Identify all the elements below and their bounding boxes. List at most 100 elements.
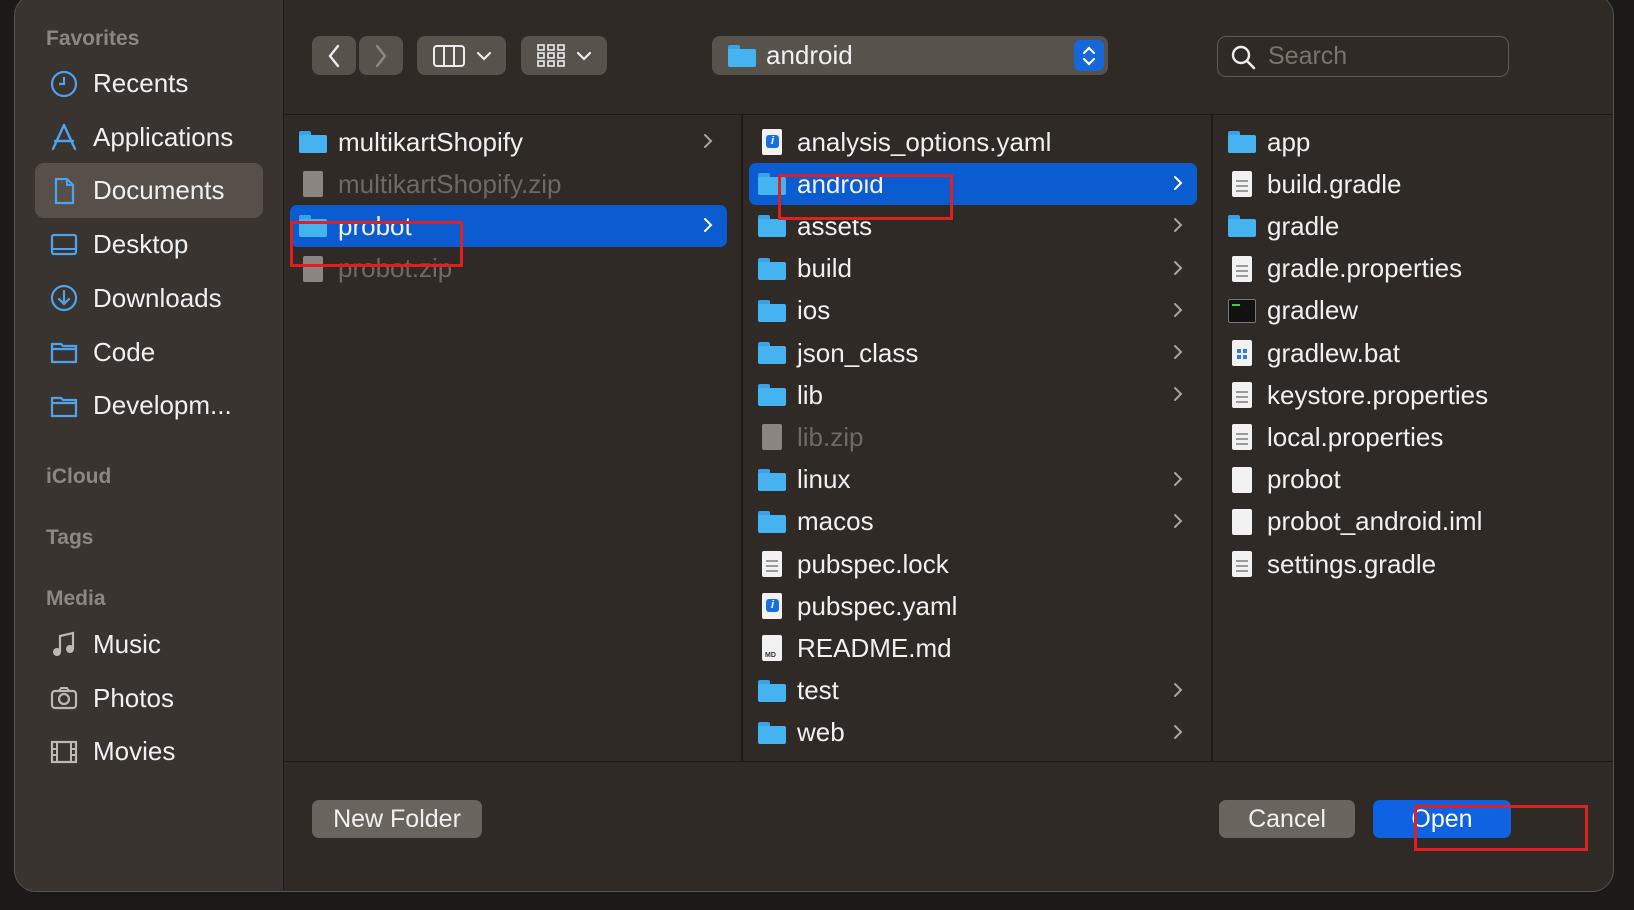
view-mode-button[interactable] (417, 36, 506, 75)
row-icon-wrap (757, 380, 787, 410)
folder-row[interactable]: gradle (1219, 205, 1597, 247)
folder-row[interactable]: json_class (749, 332, 1197, 374)
file-row[interactable]: probot (1219, 459, 1597, 501)
new-folder-button[interactable]: New Folder (312, 800, 482, 838)
sidebar-item-code[interactable]: Code (35, 325, 263, 380)
file-row[interactable]: gradlew (1219, 290, 1597, 332)
tags-heading[interactable]: Tags (46, 526, 93, 550)
folder-icon (758, 215, 786, 238)
item-name: build.gradle (1267, 168, 1402, 199)
row-icon-wrap (298, 127, 328, 157)
sidebar-item-developm[interactable]: Developm... (35, 378, 263, 433)
sidebar-item-documents[interactable]: Documents (35, 163, 263, 219)
music-icon (47, 628, 81, 662)
row-icon-wrap (1227, 507, 1257, 537)
file-row[interactable]: settings.gradle (1219, 543, 1597, 585)
folder-row[interactable]: probot (290, 205, 727, 248)
file-row[interactable]: probot_android.iml (1219, 501, 1597, 543)
file-row[interactable]: build.gradle (1219, 163, 1597, 205)
open-button[interactable]: Open (1373, 800, 1511, 838)
row-icon-wrap (1227, 127, 1257, 157)
chevron-right-icon (1173, 679, 1183, 705)
folder-row[interactable]: linux (749, 459, 1197, 501)
item-name: gradlew (1267, 295, 1359, 326)
file-row[interactable]: analysis_options.yaml (749, 121, 1197, 163)
row-icon-wrap (1227, 465, 1257, 495)
sidebar-item-desktop[interactable]: Desktop (35, 217, 263, 272)
path-popup[interactable]: android (712, 36, 1108, 75)
group-by-button[interactable] (521, 36, 607, 75)
folder-row[interactable]: macos (749, 501, 1197, 543)
sidebar-item-photos[interactable]: Photos (35, 671, 263, 726)
item-name: lib (797, 379, 824, 410)
icloud-heading[interactable]: iCloud (46, 465, 111, 489)
sidebar-item-label: Movies (93, 736, 176, 767)
folder-row[interactable]: android (749, 163, 1197, 206)
folder-row[interactable]: app (1219, 121, 1597, 163)
chevron-right-icon (1173, 383, 1183, 409)
chevron-down-icon (576, 51, 592, 61)
download-icon (47, 281, 81, 315)
file-row[interactable]: README.md (749, 627, 1197, 669)
file-row[interactable]: gradle.properties (1219, 248, 1597, 290)
sidebar-item-label: Downloads (93, 282, 222, 313)
back-button[interactable] (312, 36, 356, 75)
folder-icon (758, 173, 786, 196)
file-row: multikartShopify.zip (290, 163, 727, 205)
chevron-right-icon (1173, 257, 1183, 283)
row-icon-wrap (757, 507, 787, 537)
yaml-file-icon (762, 129, 782, 155)
item-name: ios (797, 295, 831, 326)
sidebar-item-applications[interactable]: Applications (35, 110, 263, 165)
sidebar-item-recents[interactable]: Recents (35, 56, 263, 111)
row-icon-wrap (1227, 254, 1257, 284)
row-icon-wrap (1227, 338, 1257, 368)
file-row[interactable]: keystore.properties (1219, 374, 1597, 416)
chevron-right-icon (703, 214, 713, 240)
file-row[interactable]: local.properties (1219, 416, 1597, 458)
row-icon-wrap (298, 254, 328, 284)
row-icon-wrap (757, 296, 787, 326)
folder-row[interactable]: web (749, 712, 1197, 754)
folder-icon (299, 215, 327, 238)
folder-row[interactable]: lib (749, 374, 1197, 416)
windows-batch-file-icon (1232, 340, 1252, 366)
media-heading: Media (46, 587, 106, 610)
forward-button[interactable] (359, 36, 403, 75)
chevron-left-icon (328, 44, 340, 67)
folder-row[interactable]: build (749, 248, 1197, 290)
row-icon-wrap (757, 549, 787, 579)
item-name: lib.zip (797, 421, 864, 452)
zip-file-icon (303, 255, 323, 282)
cancel-button[interactable]: Cancel (1219, 800, 1355, 838)
item-name: test (797, 675, 839, 706)
folder-row[interactable]: assets (749, 205, 1197, 247)
film-icon (47, 735, 81, 769)
item-name: gradle.properties (1267, 253, 1463, 284)
row-icon-wrap (757, 591, 787, 621)
file-row[interactable]: pubspec.yaml (749, 585, 1197, 627)
sidebar-item-downloads[interactable]: Downloads (35, 271, 263, 326)
browser-area: android multikartShopifymultikartShopify… (284, 0, 1613, 891)
folder-row[interactable]: multikartShopify (290, 121, 727, 163)
sidebar-item-music[interactable]: Music (35, 617, 263, 672)
path-label: android (766, 40, 853, 70)
document-icon (47, 174, 81, 208)
sidebar-item-movies[interactable]: Movies (35, 724, 263, 779)
folder-row[interactable]: ios (749, 290, 1197, 332)
file-row[interactable]: pubspec.lock (749, 543, 1197, 585)
search-field[interactable] (1217, 36, 1509, 77)
up-down-chevron-icon (1074, 40, 1104, 71)
folder-icon (728, 44, 756, 67)
zip-file-icon (303, 171, 323, 198)
item-name: analysis_options.yaml (797, 126, 1052, 157)
search-icon (1231, 45, 1256, 69)
folder-row[interactable]: test (749, 670, 1197, 712)
file-row[interactable]: gradlew.bat (1219, 332, 1597, 374)
applications-icon (47, 120, 81, 154)
item-name: settings.gradle (1267, 548, 1437, 579)
text-file-icon (1232, 551, 1252, 577)
chevron-right-icon (1173, 721, 1183, 747)
search-input[interactable] (1266, 41, 1490, 72)
sidebar-item-label: Documents (93, 175, 225, 206)
